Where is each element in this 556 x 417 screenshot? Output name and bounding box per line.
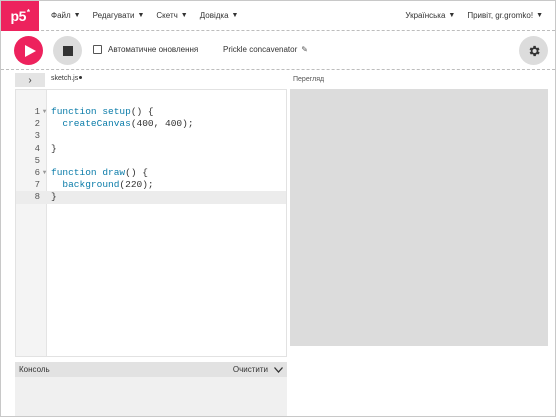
sidebar-toggle-button[interactable]: › xyxy=(15,73,45,87)
console-panel: Консоль Очистити xyxy=(15,362,287,416)
code-text: } xyxy=(51,142,57,154)
unsaved-dot-icon xyxy=(79,76,83,79)
code-line[interactable]: 4} xyxy=(16,143,286,155)
code-text: } xyxy=(51,191,57,203)
caret-down-icon: ▼ xyxy=(137,12,145,19)
line-number: 3 xyxy=(34,131,40,142)
menu-file[interactable]: Файл ▼ xyxy=(45,11,87,20)
caret-down-icon: ▼ xyxy=(448,12,456,19)
p5-logo[interactable]: p5 * xyxy=(1,1,39,31)
sketch-name[interactable]: Prickle concavenator ✎ xyxy=(223,45,308,54)
line-number: 8 xyxy=(34,192,40,203)
caret-down-icon: ▼ xyxy=(180,12,188,19)
line-number: 5 xyxy=(34,155,40,166)
nav-right: Українська ▼ Привіт, gr.gromko! ▼ xyxy=(399,11,555,20)
preview-canvas[interactable] xyxy=(290,89,548,346)
logo-text: p5 xyxy=(10,7,27,24)
code-line[interactable]: 7 background(220); xyxy=(16,179,286,191)
language-label: Українська xyxy=(405,11,446,20)
console-header: Консоль Очистити xyxy=(15,362,287,377)
code-lines[interactable]: 1 ▼ function setup() {2 createCanvas(400, … xyxy=(16,106,286,204)
line-number: 2 xyxy=(34,119,40,130)
logo-asterisk: * xyxy=(26,8,30,17)
sketch-name-label: Prickle concavenator xyxy=(223,45,298,54)
top-nav: p5 * Файл ▼ Редагувати ▼ Скетч ▼ Довідка ▼ Ук… xyxy=(1,1,555,31)
code-line[interactable]: 6 ▼ function draw() { xyxy=(16,167,286,179)
auto-refresh-label: Автоматичне оновлення xyxy=(108,45,199,54)
caret-down-icon: ▼ xyxy=(231,12,239,19)
gear-icon xyxy=(529,45,540,56)
fold-arrow-icon[interactable]: ▼ xyxy=(40,167,49,179)
console-title: Консоль xyxy=(19,365,50,374)
code-line[interactable]: 5 xyxy=(16,155,286,167)
menu-file-label: Файл xyxy=(51,11,71,20)
settings-button[interactable] xyxy=(519,36,548,65)
caret-down-icon: ▼ xyxy=(73,12,81,19)
code-line[interactable]: 8} xyxy=(16,191,286,204)
user-menu[interactable]: Привіт, gr.gromko! ▼ xyxy=(461,11,549,20)
code-text: function setup() { xyxy=(51,106,154,117)
play-icon xyxy=(24,44,36,57)
chevron-right-icon: › xyxy=(28,74,32,86)
code-line[interactable]: 3 xyxy=(16,130,286,142)
auto-refresh-checkbox[interactable] xyxy=(93,45,102,54)
file-tab-label: sketch.js xyxy=(51,75,79,82)
preview-label: Перегляд xyxy=(293,76,325,83)
toolbar: Автоматичне оновлення Prickle concavenat… xyxy=(1,32,555,70)
caret-down-icon: ▼ xyxy=(536,12,543,19)
code-text: createCanvas(400, 400); xyxy=(62,118,194,130)
code-line[interactable]: 1 ▼ function setup() { xyxy=(16,106,286,118)
pencil-icon[interactable]: ✎ xyxy=(301,45,308,54)
fold-arrow-icon[interactable]: ▼ xyxy=(40,106,49,118)
play-button[interactable] xyxy=(14,36,43,65)
console-clear-button[interactable]: Очистити xyxy=(233,365,268,374)
menu-help-label: Довідка xyxy=(199,11,229,20)
chevron-down-icon[interactable] xyxy=(274,365,283,375)
code-editor[interactable]: 1 ▼ function setup() {2 createCanvas(400, … xyxy=(15,89,287,357)
line-number: 7 xyxy=(34,180,40,191)
language-menu[interactable]: Українська ▼ xyxy=(399,11,461,20)
file-tab[interactable]: sketch.js xyxy=(51,75,83,82)
stop-icon xyxy=(62,45,73,56)
menu-sketch[interactable]: Скетч ▼ xyxy=(150,11,193,20)
line-number: 6 xyxy=(34,167,40,178)
menu-edit-label: Редагувати xyxy=(92,11,135,20)
user-greeting: Привіт, gr.gromko! xyxy=(467,11,534,20)
app-window: p5 * Файл ▼ Редагувати ▼ Скетч ▼ Довідка ▼ Ук… xyxy=(0,0,556,417)
auto-refresh: Автоматичне оновлення xyxy=(93,45,198,54)
menu-edit[interactable]: Редагувати ▼ xyxy=(87,11,151,20)
main-menu: Файл ▼ Редагувати ▼ Скетч ▼ Довідка ▼ xyxy=(45,11,244,20)
code-text: function draw() { xyxy=(51,166,148,178)
code-line[interactable]: 2 createCanvas(400, 400); xyxy=(16,118,286,130)
menu-sketch-label: Скетч xyxy=(156,11,178,20)
menu-help[interactable]: Довідка ▼ xyxy=(194,11,245,20)
stop-button[interactable] xyxy=(53,36,82,65)
code-text: background(220); xyxy=(62,179,154,191)
line-number: 4 xyxy=(34,143,40,154)
line-number: 1 xyxy=(34,107,40,117)
